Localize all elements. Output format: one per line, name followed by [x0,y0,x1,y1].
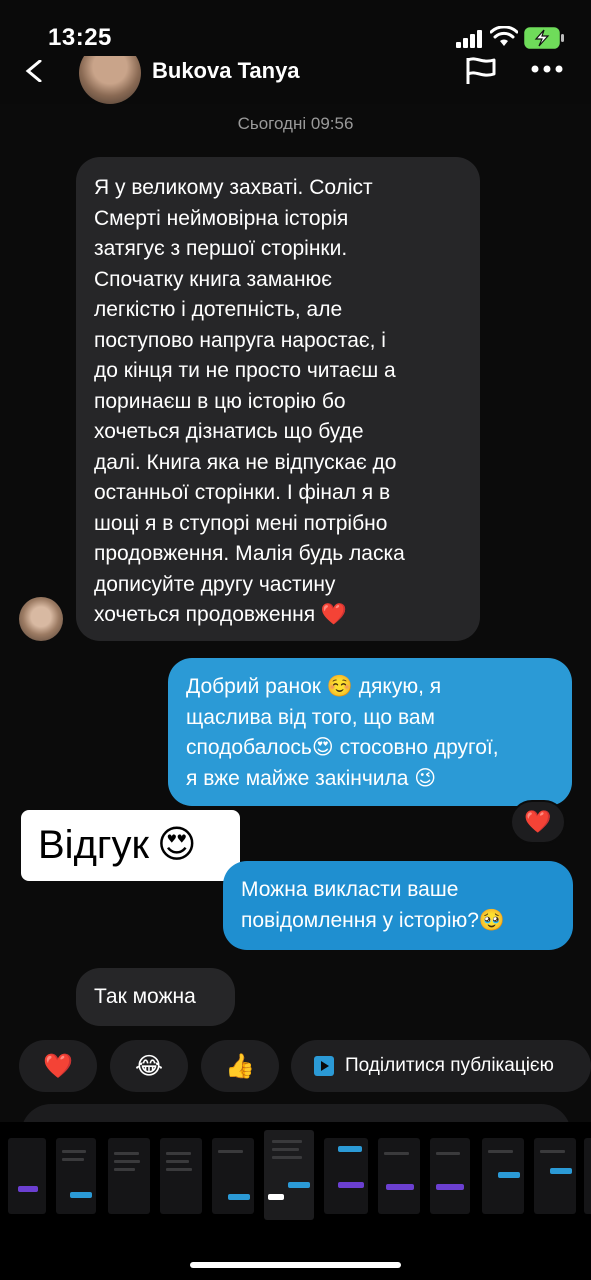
outgoing-message[interactable]: Можна викласти ваше повідомлення у істор… [223,861,573,950]
thumbnail[interactable] [212,1138,254,1214]
thumbnail[interactable] [584,1138,591,1214]
message-line: Добрий ранок ☺️ дякую, я [186,675,442,698]
thumbnail[interactable] [56,1138,96,1214]
date-separator: Сьогодні 09:56 [237,114,354,133]
contact-avatar[interactable] [79,56,141,104]
incoming-message[interactable]: Я у великому захваті. Соліст Смерті нейм… [76,157,480,641]
thumbnail[interactable] [430,1138,470,1214]
message-line: продовження. Малія будь ласка [94,542,405,565]
message-line: до кінця ти не просто читаєш а [94,359,396,382]
more-options-icon[interactable] [530,64,564,74]
back-arrow-icon[interactable] [24,60,46,82]
quick-reactions-bar: ❤️ 😂 👍 Поділитися публікацією [0,1040,591,1096]
thumbnail[interactable] [534,1138,576,1214]
contact-name[interactable]: Bukova Tanya [152,58,300,84]
message-line: Спочатку книга заманює [94,267,333,291]
thumbnail[interactable] [482,1138,524,1214]
message-line: поступово напруга наростає, і [94,328,386,352]
thumbnail[interactable] [108,1138,150,1214]
thumbs-up-icon: 👍 [225,1052,255,1080]
incoming-message[interactable]: Так можна [76,968,235,1026]
message-line: щаслива від того, що вам [186,705,435,729]
message-line: Я у великому захваті. Соліст [94,176,373,199]
laughing-face-icon: 😂 [134,1052,164,1080]
thumbnail[interactable] [378,1138,420,1214]
outgoing-message[interactable]: Добрий ранок ☺️ дякую, я щаслива від тог… [168,658,572,806]
message-line: затягує з першої сторінки. [94,237,348,260]
home-indicator [190,1262,401,1268]
thumbnail-selected[interactable] [264,1130,314,1220]
message-line: Можна викласти ваше [241,878,459,901]
screenshot-thumbnail-strip [0,1122,591,1232]
heart-icon: ❤️ [43,1052,73,1080]
quick-reaction-laugh[interactable]: 😂 [110,1040,188,1092]
wifi-icon [490,26,518,46]
message-line: дописуйте другу частину [94,572,336,596]
message-line: останньої сторінки. І фінал я в [94,481,391,504]
flag-icon[interactable] [464,56,498,86]
cellular-signal-icon [456,30,484,48]
sender-avatar[interactable] [19,597,63,641]
message-line: легкістю і дотепність, але [94,298,343,321]
message-text: Так можна [94,985,196,1008]
chat-header: Bukova Tanya [0,56,591,104]
battery-charging-icon [524,27,564,49]
heart-icon: ❤️ [524,809,552,834]
message-line: хочеться дізнатись що буде [94,420,364,443]
share-reel-icon [314,1056,334,1076]
message-reaction[interactable]: ❤️ [510,800,566,844]
share-post-button[interactable]: Поділитися публікацією [291,1040,591,1092]
review-sticker-text: Відгук [38,823,149,867]
message-line: Смерті неймовірна історія [94,206,349,230]
message-line: повідомлення у історію?🥹 [241,908,506,932]
status-time: 13:25 [48,24,112,51]
thumbnail[interactable] [324,1138,368,1214]
share-post-label: Поділитися публікацією [345,1055,554,1076]
message-line: сподобалось😍 стосовно другої, [186,736,499,759]
thumbnail[interactable] [8,1138,46,1214]
message-line: шоці я в ступорі мені потрібно [94,511,388,535]
quick-reaction-heart[interactable]: ❤️ [19,1040,97,1092]
heart-eyes-icon: 😍 [157,824,197,866]
review-sticker: Відгук 😍 [21,810,240,881]
quick-reaction-thumbs-up[interactable]: 👍 [201,1040,279,1092]
message-line: далі. Книга яка не відпускає до [94,450,397,474]
message-line: хочеться продовження ❤️ [94,603,348,626]
message-line: поринаєш в цю історію бо [94,389,346,413]
message-line: я вже майже закінчила 😉 [186,766,437,790]
thumbnail[interactable] [160,1138,202,1214]
